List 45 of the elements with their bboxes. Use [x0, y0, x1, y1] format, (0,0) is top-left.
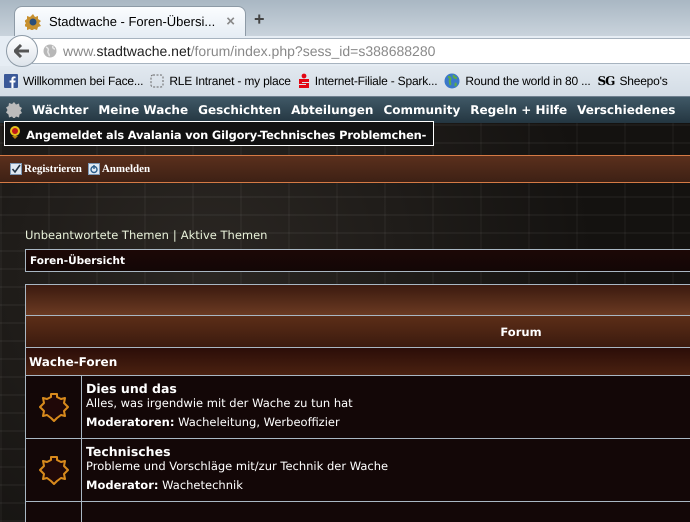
forum-title-link[interactable]: Dies und das	[86, 381, 353, 396]
bookmark[interactable]: Willkommen bei Face...	[4, 74, 144, 88]
nav-link[interactable]: Meine Wache	[98, 103, 188, 117]
forum-moderators: Moderatoren: Wacheleitung, Werbeoffizier	[86, 415, 341, 429]
back-arrow-icon	[14, 44, 30, 58]
breadcrumb-link[interactable]: Foren-Übersicht	[30, 254, 126, 266]
nav-link[interactable]: Regeln + Hilfe	[470, 103, 568, 117]
medal-icon	[9, 125, 21, 139]
category-header: Wache-Foren	[26, 348, 690, 376]
bookmark[interactable]: Round the world in 80 ...	[444, 73, 591, 89]
globe-icon	[43, 44, 57, 58]
separator: |	[172, 228, 177, 242]
forum-moderators: Moderator: Wachetechnik	[86, 478, 244, 492]
nav-link[interactable]: Wächter	[32, 103, 88, 117]
forum-description: Probleme und Vorschläge mit/zur Technik der Wache	[86, 459, 388, 473]
bank-logo-icon	[298, 73, 310, 89]
forum-icon	[38, 391, 68, 423]
nav-link[interactable]: Abteilungen	[291, 103, 374, 117]
nav-link[interactable]: Geschichten	[198, 103, 282, 117]
login-status-text: Angemeldet als Avalania von Gilgory-Technisches Problemchen-	[26, 128, 426, 142]
account-link[interactable]: Registrieren	[10, 163, 82, 175]
forum-icon	[38, 454, 68, 486]
quick-link[interactable]: Unbeantwortete Themen	[25, 228, 169, 242]
bookmark[interactable]: RLE Intranet - my place	[150, 74, 291, 88]
globe-icon	[444, 73, 460, 89]
bookmark[interactable]: SG Sheepo's	[598, 74, 668, 88]
column-header: Forum	[499, 324, 543, 338]
page-icon	[150, 74, 164, 88]
forum-title-link[interactable]: Technisches	[86, 444, 388, 459]
bookmark[interactable]: Internet-Filiale - Spark...	[298, 73, 438, 89]
new-tab-button[interactable]: +	[254, 9, 265, 30]
address-field[interactable]: www.stadtwache.net/forum/index.php?sess_id=s388688280	[32, 38, 690, 64]
forum-description: Alles, was irgendwie mit der Wache zu tun hat	[86, 396, 353, 410]
browser-tab[interactable]: Stadtwache - Foren-Übersi... ×	[14, 6, 246, 36]
sg-logo: SG	[598, 74, 614, 88]
account-link[interactable]: Anmelden	[88, 163, 150, 175]
gear-icon	[6, 102, 22, 118]
login-icon	[88, 163, 100, 175]
facebook-icon	[4, 74, 18, 88]
back-button[interactable]	[6, 35, 38, 67]
checkbox-icon	[10, 163, 22, 175]
nav-link[interactable]: Community	[383, 103, 460, 117]
quick-link[interactable]: Aktive Themen	[180, 228, 268, 242]
nav-link[interactable]: Verschiedenes	[577, 103, 676, 117]
badge-favicon-icon	[25, 14, 41, 30]
